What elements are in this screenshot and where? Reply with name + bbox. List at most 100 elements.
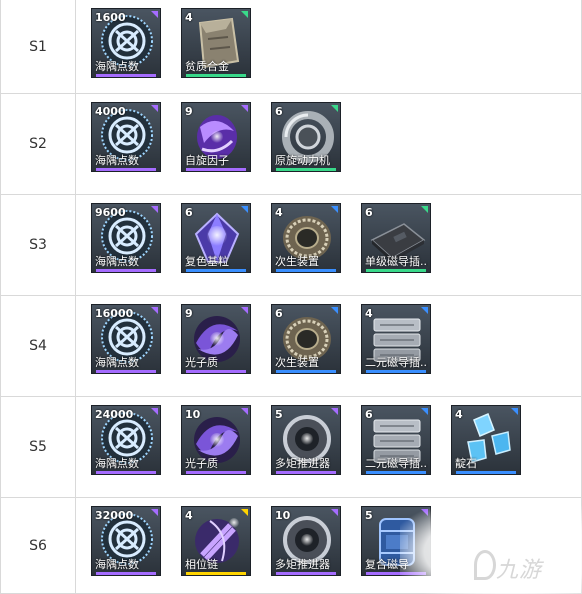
stage-row: S3 9600 海隅点数 6 复色基粒 4 次生装置 6 单级磁导插... xyxy=(1,195,582,296)
stage-label: S2 xyxy=(1,94,76,194)
material-card[interactable]: 6 原旋动力机 xyxy=(271,102,341,172)
material-card[interactable]: 24000 海隅点数 xyxy=(91,405,161,475)
material-card[interactable]: 6 次生装置 xyxy=(271,304,341,374)
material-name: 原旋动力机 xyxy=(275,154,330,167)
rarity-bar xyxy=(96,269,156,272)
material-count: 4 xyxy=(185,11,193,24)
material-name: 次生装置 xyxy=(275,356,319,369)
rarity-corner-icon xyxy=(331,509,338,516)
material-count: 4000 xyxy=(95,105,126,118)
rarity-corner-icon xyxy=(241,206,248,213)
rarity-bar xyxy=(186,471,246,474)
material-card[interactable]: 10 多矩推进器 xyxy=(271,506,341,576)
rarity-corner-icon xyxy=(241,509,248,516)
material-card[interactable]: 9600 海隅点数 xyxy=(91,203,161,273)
rarity-corner-icon xyxy=(151,105,158,112)
material-count: 10 xyxy=(275,509,291,522)
material-name: 海隅点数 xyxy=(95,457,139,470)
material-name: 海隅点数 xyxy=(95,356,139,369)
rarity-corner-icon xyxy=(241,11,248,18)
site-watermark: 九游 xyxy=(400,500,582,594)
material-count: 6 xyxy=(275,307,283,320)
material-card[interactable]: 6 复色基粒 xyxy=(181,203,251,273)
watermark-logo-icon xyxy=(474,550,496,580)
material-count: 16000 xyxy=(95,307,134,320)
stage-row: S2 4000 海隅点数 9 自旋因子 6 原旋动力机 xyxy=(1,94,582,195)
stage-label: S1 xyxy=(1,0,76,93)
material-card[interactable]: 4 二元磁导插... xyxy=(361,304,431,374)
rarity-corner-icon xyxy=(421,307,428,314)
rarity-corner-icon xyxy=(151,11,158,18)
material-name: 复色基粒 xyxy=(185,255,229,268)
material-count: 10 xyxy=(185,408,201,421)
rarity-bar xyxy=(96,471,156,474)
material-card[interactable]: 9 自旋因子 xyxy=(181,102,251,172)
rarity-corner-icon xyxy=(421,206,428,213)
material-name: 海隅点数 xyxy=(95,255,139,268)
material-count: 4 xyxy=(365,307,373,320)
rarity-bar xyxy=(96,168,156,171)
rarity-corner-icon xyxy=(241,408,248,415)
material-count: 9 xyxy=(185,105,193,118)
material-count: 4 xyxy=(455,408,463,421)
rarity-corner-icon xyxy=(241,105,248,112)
stage-label: S5 xyxy=(1,397,76,497)
rarity-bar xyxy=(366,269,426,272)
material-name: 靛石 xyxy=(455,457,477,470)
material-name: 相位链 xyxy=(185,558,218,571)
rarity-bar xyxy=(366,370,426,373)
material-card[interactable]: 4 贫质合金 xyxy=(181,8,251,78)
material-card[interactable]: 5 多矩推进器 xyxy=(271,405,341,475)
material-name: 二元磁导插... xyxy=(365,356,428,369)
rarity-bar xyxy=(276,370,336,373)
material-card[interactable]: 4 靛石 xyxy=(451,405,521,475)
rarity-bar xyxy=(96,370,156,373)
material-name: 光子质 xyxy=(185,356,218,369)
stage-row: S4 16000 海隅点数 9 光子质 6 次生装置 4 二元磁导插... xyxy=(1,296,582,397)
material-count: 4 xyxy=(185,509,193,522)
material-card[interactable]: 4 次生装置 xyxy=(271,203,341,273)
material-count: 24000 xyxy=(95,408,134,421)
material-card[interactable]: 4 相位链 xyxy=(181,506,251,576)
material-name: 海隅点数 xyxy=(95,558,139,571)
material-name: 多矩推进器 xyxy=(275,558,330,571)
rarity-bar xyxy=(96,74,156,77)
rarity-bar xyxy=(276,269,336,272)
material-card[interactable]: 6 二元磁导插... xyxy=(361,405,431,475)
stage-row: S5 24000 海隅点数 10 光子质 5 多矩推进器 6 二元磁导插... 4 靛石 xyxy=(1,397,582,498)
rarity-corner-icon xyxy=(151,307,158,314)
rarity-bar xyxy=(276,572,336,575)
material-name: 次生装置 xyxy=(275,255,319,268)
material-card[interactable]: 16000 海隅点数 xyxy=(91,304,161,374)
material-card[interactable]: 1600 海隅点数 xyxy=(91,8,161,78)
stage-label: S3 xyxy=(1,195,76,295)
material-name: 海隅点数 xyxy=(95,60,139,73)
watermark-text: 九游 xyxy=(496,558,543,583)
material-card[interactable]: 6 单级磁导插... xyxy=(361,203,431,273)
rarity-corner-icon xyxy=(241,307,248,314)
rarity-corner-icon xyxy=(331,408,338,415)
material-count: 4 xyxy=(275,206,283,219)
material-count: 6 xyxy=(185,206,193,219)
material-count: 5 xyxy=(365,509,373,522)
rarity-corner-icon xyxy=(151,206,158,213)
rarity-corner-icon xyxy=(511,408,518,415)
material-name: 多矩推进器 xyxy=(275,457,330,470)
rarity-corner-icon xyxy=(151,509,158,516)
rarity-bar xyxy=(366,471,426,474)
rarity-bar xyxy=(456,471,516,474)
material-name: 贫质合金 xyxy=(185,60,229,73)
material-card[interactable]: 4000 海隅点数 xyxy=(91,102,161,172)
rarity-bar xyxy=(186,572,246,575)
rarity-bar xyxy=(186,269,246,272)
material-card[interactable]: 10 光子质 xyxy=(181,405,251,475)
rarity-bar xyxy=(276,471,336,474)
material-count: 6 xyxy=(365,206,373,219)
rarity-bar xyxy=(276,168,336,171)
material-card[interactable]: 32000 海隅点数 xyxy=(91,506,161,576)
material-name: 海隅点数 xyxy=(95,154,139,167)
material-card[interactable]: 9 光子质 xyxy=(181,304,251,374)
rarity-corner-icon xyxy=(421,408,428,415)
material-count: 9 xyxy=(185,307,193,320)
stage-label: S4 xyxy=(1,296,76,396)
